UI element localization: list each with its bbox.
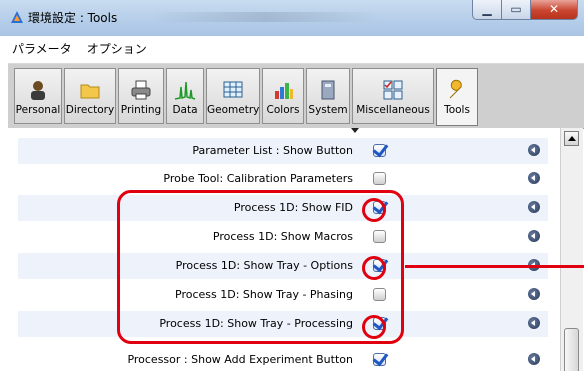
tab-colors[interactable]: Colors [262, 68, 304, 124]
tab-geometry[interactable]: Geometry [206, 68, 260, 124]
maximize-button[interactable]: ▭ [502, 0, 531, 20]
spectrum-icon [174, 81, 196, 100]
app-icon [11, 11, 23, 23]
system-icon [321, 80, 335, 100]
palette-icon [275, 83, 293, 99]
list-item: Parameter List : Show Button [18, 138, 548, 164]
annotation-box [117, 190, 404, 344]
tab-printing[interactable]: Printing [118, 68, 164, 124]
misc-icon [383, 80, 403, 100]
reset-arrow-icon[interactable] [528, 288, 540, 300]
title-blur [150, 12, 380, 22]
tab-personal[interactable]: Personal [14, 68, 62, 124]
folder-icon [80, 84, 100, 99]
toolbar: Personal Directory Printing Data Geometr… [8, 64, 584, 129]
reset-arrow-icon[interactable] [528, 144, 540, 156]
reset-arrow-icon[interactable] [528, 353, 540, 365]
annotation-circle [362, 256, 386, 280]
grid-icon [223, 81, 243, 98]
checkbox[interactable] [373, 144, 386, 157]
tab-system[interactable]: System [306, 68, 350, 124]
window-controls: ▁ ▭ ✕ [472, 0, 578, 20]
close-button[interactable]: ✕ [531, 0, 578, 20]
tab-data[interactable]: Data [166, 68, 204, 124]
list-item: Probe Tool: Calibration Parameters [18, 166, 548, 192]
checkbox[interactable] [373, 172, 386, 185]
menu-options[interactable]: オプション [83, 36, 153, 63]
tab-directory[interactable]: Directory [64, 68, 116, 124]
annotation-circle [362, 315, 386, 339]
annotation-circle [362, 198, 386, 222]
person-icon [31, 81, 45, 100]
reset-arrow-icon[interactable] [528, 172, 540, 184]
printer-icon [131, 80, 151, 100]
menu-bar: パラメータ オプション [8, 36, 584, 64]
menu-parameters[interactable]: パラメータ [8, 36, 78, 63]
annotation-line [405, 265, 584, 268]
window-title: 環境設定 : Tools [28, 11, 118, 25]
list-item: Processor : Show Add Experiment Button [18, 347, 548, 371]
vertical-scrollbar[interactable] [560, 128, 583, 371]
checkbox[interactable] [373, 353, 386, 366]
minimize-button[interactable]: ▁ [472, 0, 502, 20]
tab-miscellaneous[interactable]: Miscellaneous [352, 68, 434, 124]
tab-tools[interactable]: Tools [436, 68, 478, 126]
scroll-thumb[interactable] [564, 328, 579, 371]
wrench-icon [449, 79, 462, 99]
sort-caret-icon [351, 128, 359, 133]
reset-arrow-icon[interactable] [528, 317, 540, 329]
title-bar: 環境設定 : Tools ▁ ▭ ✕ [0, 0, 584, 36]
reset-arrow-icon[interactable] [528, 201, 540, 213]
reset-arrow-icon[interactable] [528, 230, 540, 242]
scroll-up-icon[interactable] [564, 131, 579, 146]
